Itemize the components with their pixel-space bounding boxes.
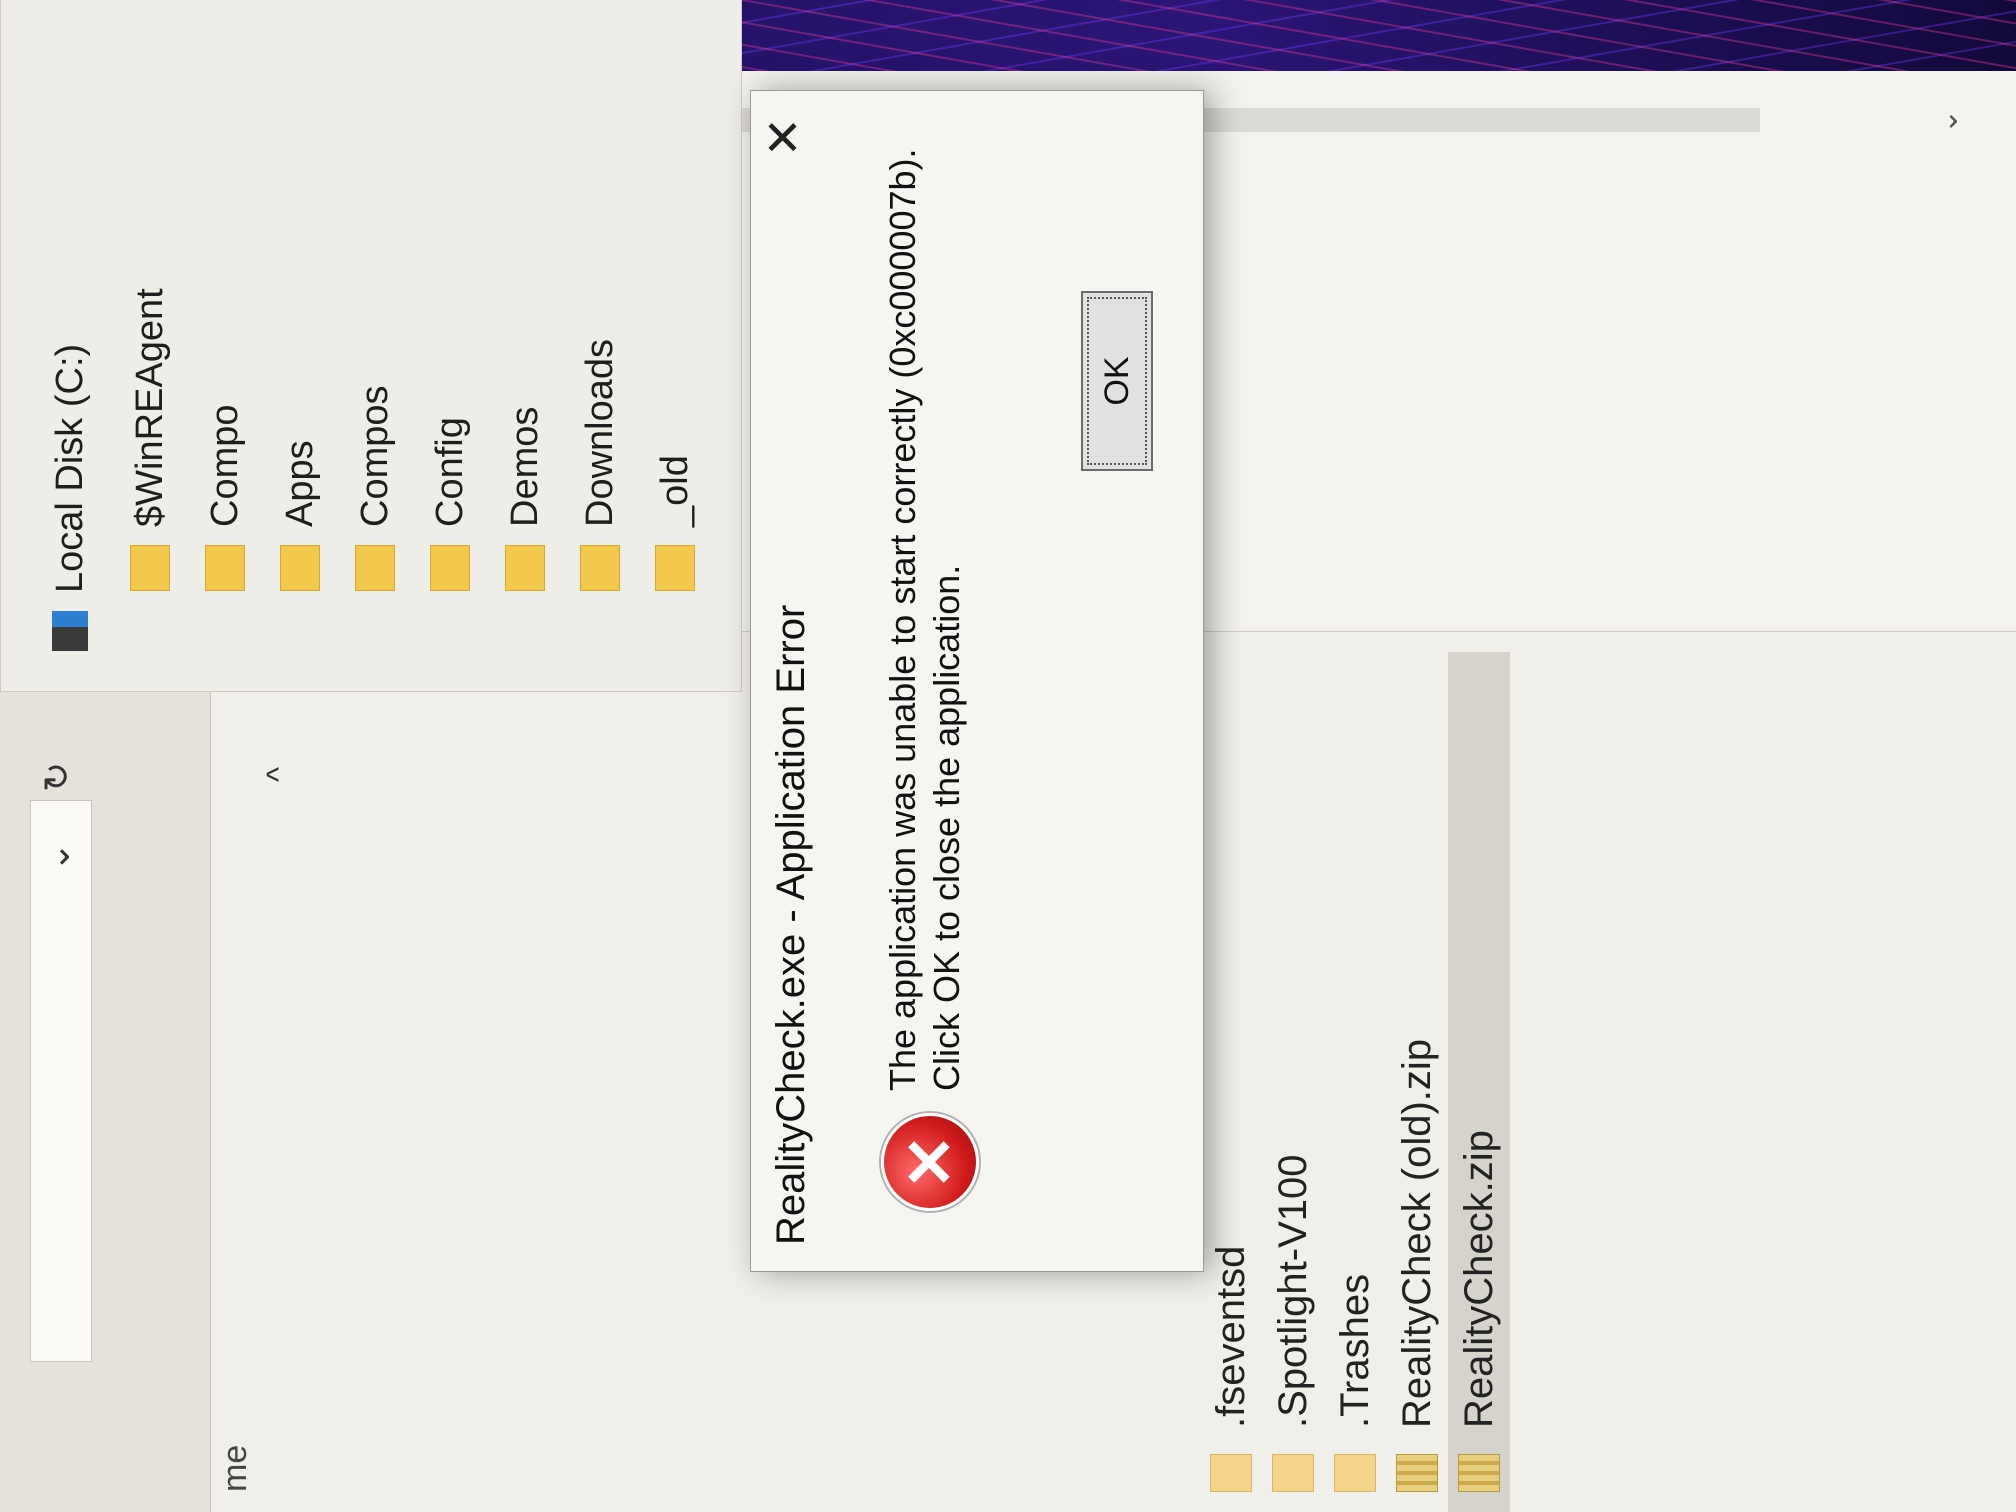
tree-item-label: Local Disk (C:)	[48, 343, 91, 593]
folder-icon	[1272, 1454, 1314, 1492]
file-row-selected[interactable]: RealityCheck.zip	[1448, 652, 1510, 1512]
tree-item[interactable]: $WinREAgent	[121, 288, 179, 591]
dialog-message-line: Click OK to close the application.	[926, 564, 967, 1091]
name-column-header[interactable]: me	[210, 632, 260, 1512]
sort-chevron-icon[interactable]: ^	[260, 767, 297, 782]
zip-file-icon	[1458, 1454, 1500, 1492]
address-bar[interactable]	[30, 800, 92, 1362]
folder-icon	[1334, 1454, 1376, 1492]
folder-icon	[430, 545, 470, 591]
folder-icon	[355, 545, 395, 591]
chevron-down-icon[interactable]: ⌄	[36, 842, 78, 872]
tree-item[interactable]: Demos	[496, 407, 554, 591]
tree-item[interactable]: Compo	[196, 404, 254, 591]
screen-scene: ⌄ ↻ ^ me .fseventsd .Spotlight-V100 .Tra…	[0, 0, 2016, 1512]
explorer-toolbar: ⌄ ↻	[0, 632, 211, 1512]
tree-item[interactable]: Compos	[346, 385, 404, 591]
ok-button[interactable]: OK	[1081, 291, 1153, 471]
folder-icon	[1210, 1454, 1252, 1492]
folder-icon	[505, 545, 545, 591]
folder-icon	[580, 545, 620, 591]
tree-item[interactable]: Downloads	[571, 339, 629, 591]
file-name: .Spotlight-V100	[1270, 1154, 1315, 1428]
folder-icon	[130, 545, 170, 591]
file-row[interactable]: RealityCheck (old).zip	[1386, 652, 1448, 1512]
refresh-icon[interactable]: ↻	[36, 762, 78, 792]
tree-item-label: Compo	[203, 404, 246, 528]
tree-item-label: Downloads	[578, 339, 621, 527]
file-row[interactable]: .Trashes	[1324, 652, 1386, 1512]
close-icon[interactable]: ✕	[758, 117, 811, 157]
file-name: RealityCheck.zip	[1456, 1130, 1501, 1428]
dialog-message: The application was unable to start corr…	[881, 131, 969, 1091]
folder-icon	[205, 545, 245, 591]
error-icon: ✕	[881, 1113, 979, 1211]
tree-item-label: _old	[653, 455, 696, 527]
folder-tree: Local Disk (C:) $WinREAgent Compo Apps C…	[0, 0, 742, 692]
tree-item-label: Config	[428, 417, 471, 527]
tree-item-label: Demos	[503, 406, 546, 527]
zip-file-icon	[1396, 1454, 1438, 1492]
folder-icon	[280, 545, 320, 591]
file-row[interactable]: .Spotlight-V100	[1262, 652, 1324, 1512]
tree-item[interactable]: Config	[421, 417, 479, 591]
tree-item-label: Apps	[278, 440, 321, 527]
dialog-message-line: The application was unable to start corr…	[882, 148, 923, 1091]
tree-item[interactable]: Apps	[271, 440, 329, 591]
drive-icon	[52, 611, 88, 651]
dialog-title: RealityCheck.exe - Application Error	[769, 604, 813, 1245]
column-header-label: me	[216, 1444, 254, 1492]
tree-item[interactable]: _old	[646, 455, 704, 591]
application-error-dialog: RealityCheck.exe - Application Error ✕ ✕…	[750, 90, 1204, 1272]
file-name: .Trashes	[1332, 1273, 1377, 1428]
tree-item-local-disk[interactable]: Local Disk (C:)	[41, 344, 99, 651]
tree-item-label: $WinREAgent	[128, 288, 171, 527]
scroll-down-icon[interactable]: ⌄	[1930, 109, 1965, 134]
file-name: RealityCheck (old).zip	[1394, 1038, 1439, 1428]
file-name: .fseventsd	[1208, 1245, 1253, 1428]
folder-icon	[655, 545, 695, 591]
tree-item-label: Compos	[353, 385, 396, 528]
file-row[interactable]: .fseventsd	[1200, 652, 1262, 1512]
